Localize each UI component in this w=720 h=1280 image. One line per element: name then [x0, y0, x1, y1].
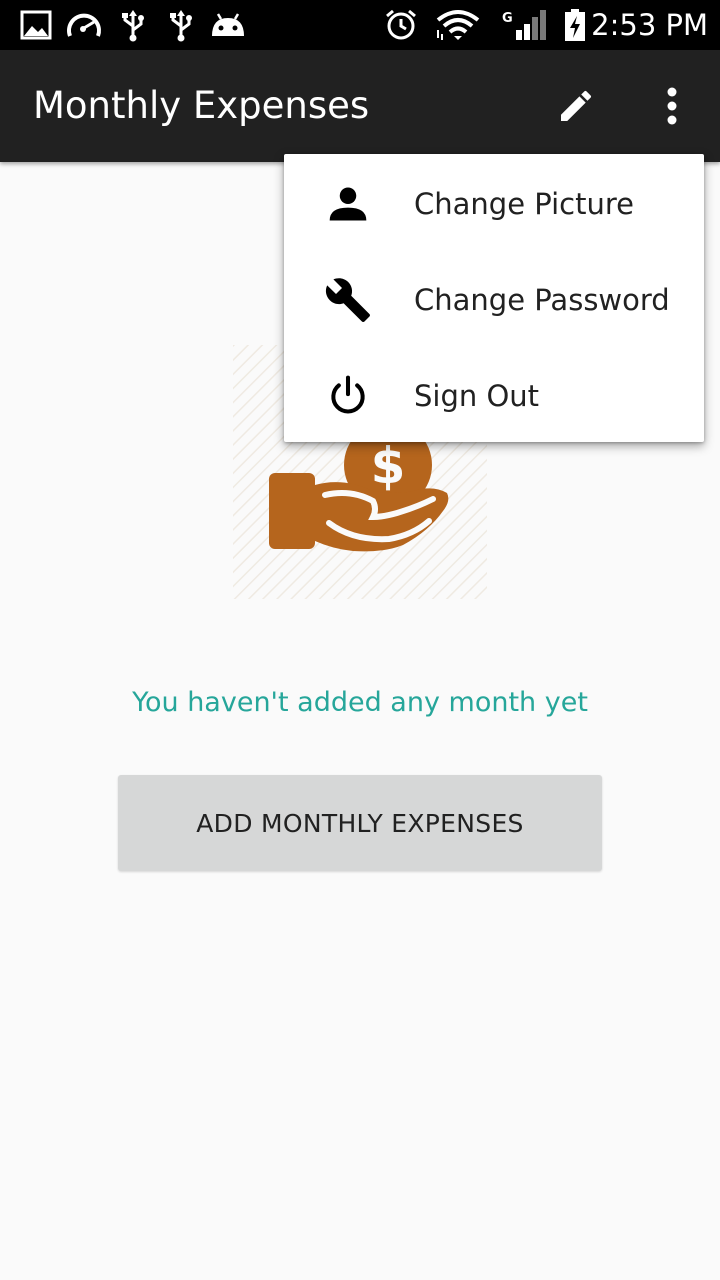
- overflow-menu-icon: [667, 87, 677, 125]
- person-icon: [324, 180, 372, 228]
- toolbar-title: Monthly Expenses: [33, 84, 370, 127]
- alarm-icon: [386, 9, 416, 40]
- usb-icon: [122, 10, 144, 42]
- edit-icon: [561, 90, 592, 121]
- add-monthly-expenses-button[interactable]: ADD MONTHLY EXPENSES: [118, 775, 602, 871]
- speedometer-icon: [67, 13, 101, 37]
- svg-text:$: $: [371, 437, 406, 495]
- overflow-popup-menu: Change Picture Change Password Sign Out: [284, 154, 704, 442]
- signal-icon: G: [502, 10, 546, 40]
- menu-item-change-password[interactable]: Change Password: [284, 252, 704, 348]
- app-toolbar: Monthly Expenses: [0, 50, 720, 162]
- menu-item-label: Change Password: [414, 283, 670, 317]
- overflow-menu-button[interactable]: [644, 78, 700, 134]
- battery-charging-icon: [565, 9, 585, 41]
- menu-item-change-picture[interactable]: Change Picture: [284, 156, 704, 252]
- menu-item-label: Change Picture: [414, 187, 634, 221]
- svg-text:G: G: [502, 11, 513, 26]
- gallery-icon: [20, 10, 52, 40]
- usb-icon: [170, 10, 192, 42]
- empty-state-message: You haven't added any month yet: [132, 687, 588, 718]
- menu-item-label: Sign Out: [414, 379, 540, 413]
- status-time: 2:53 PM: [591, 8, 708, 42]
- status-bar: G 2:53 PM: [0, 0, 720, 50]
- power-icon: [324, 372, 372, 420]
- wifi-icon: [436, 10, 480, 40]
- android-icon: [212, 13, 244, 36]
- edit-button[interactable]: [548, 78, 604, 134]
- wrench-icon: [324, 276, 372, 324]
- menu-item-sign-out[interactable]: Sign Out: [284, 348, 704, 444]
- screen: G 2:53 PM Monthly Expenses $ You haven't…: [0, 0, 720, 1280]
